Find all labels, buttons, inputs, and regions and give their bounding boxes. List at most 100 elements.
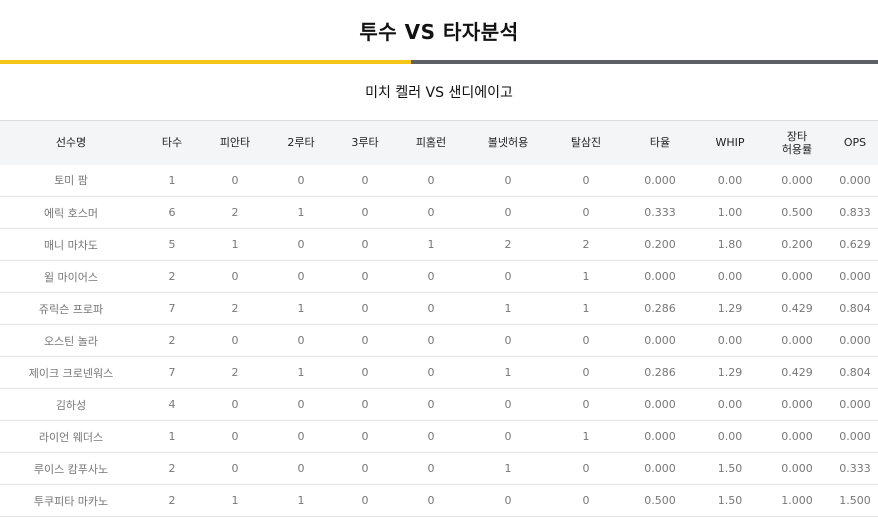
stat-cell: 1 <box>168 430 176 443</box>
stat-cell: 0 <box>231 334 239 347</box>
stat-cell: 0.000 <box>644 398 676 411</box>
stat-cell: 0.333 <box>644 206 676 219</box>
stat-cell: 7 <box>168 302 176 315</box>
title-area: 투수 VS 타자분석 <box>0 0 878 60</box>
stat-cell: 0.200 <box>644 238 676 251</box>
player-name-cell: 라이언 웨더스 <box>38 430 104 444</box>
stat-cell: 0.000 <box>644 462 676 475</box>
matchup-area: 미치 켈러 VS 샌디에이고 <box>0 64 878 120</box>
stat-cell: 0 <box>504 206 512 219</box>
stat-cell: 0.000 <box>781 270 813 283</box>
stat-cell: 2 <box>231 206 239 219</box>
stat-cell: 2 <box>504 238 512 251</box>
title-underline-accent <box>0 60 411 64</box>
table-row: 토미 팜 1 0 0 0 0 0 0 0.000 0.00 0.000 0.000 <box>0 165 878 197</box>
stat-cell: 0 <box>504 173 512 187</box>
stat-cell: 0.000 <box>644 270 676 283</box>
stat-cell: 0 <box>582 173 590 187</box>
stat-cell: 0 <box>427 366 435 379</box>
column-header: 피안타 <box>219 136 251 150</box>
stat-cell: 0.804 <box>839 366 871 379</box>
stat-cell: 0 <box>361 398 369 411</box>
stat-cell: 0 <box>231 270 239 283</box>
player-name-cell: 윌 마이어스 <box>43 270 99 284</box>
stat-cell: 0 <box>231 462 239 475</box>
stat-cell: 0.00 <box>717 173 743 187</box>
stat-cell: 0 <box>297 270 305 283</box>
table-row: 라이언 웨더스 1 0 0 0 0 0 1 0.000 0.00 0.000 0.000 <box>0 421 878 453</box>
stat-cell: 0.000 <box>839 334 871 347</box>
column-header: 피홈런 <box>415 136 447 150</box>
stat-cell: 0 <box>231 398 239 411</box>
matchup-title: 미치 켈러 VS 샌디에이고 <box>365 85 513 101</box>
stat-cell: 1.50 <box>717 494 743 507</box>
pitcher-vs-batter-table: 선수명 타수 피안타 2루타 3루타 피홈런 볼넷허용 탈삼진 타율 WHIP 장타 허용률 OPS 토… <box>0 120 878 517</box>
stat-cell: 0.000 <box>644 334 676 347</box>
stat-cell: 0.429 <box>781 302 813 315</box>
stat-cell: 0.000 <box>781 430 813 443</box>
stat-cell: 1.500 <box>839 494 871 507</box>
stat-cell: 0.286 <box>644 366 676 379</box>
table-body: 토미 팜 1 0 0 0 0 0 0 0.000 0.00 0.000 0.000 에릭 호스머 6 2 1 0… <box>0 165 878 517</box>
stat-cell: 0 <box>297 334 305 347</box>
column-header: 탈삼진 <box>570 136 602 150</box>
stat-cell: 0 <box>582 206 590 219</box>
stat-cell: 0 <box>361 302 369 315</box>
stat-cell: 1.50 <box>717 462 743 475</box>
stat-cell: 1.80 <box>717 238 743 251</box>
stat-cell: 0 <box>231 430 239 443</box>
stat-cell: 0 <box>427 206 435 219</box>
player-name-cell: 투쿠피타 마카노 <box>33 494 109 508</box>
stat-cell: 0.000 <box>781 462 813 475</box>
stat-cell: 0 <box>504 398 512 411</box>
stat-cell: 0 <box>297 173 305 187</box>
stat-cell: 0.000 <box>839 173 871 187</box>
column-header: 타수 <box>161 136 183 150</box>
stat-cell: 0 <box>361 173 369 187</box>
stat-cell: 0 <box>297 462 305 475</box>
stat-cell: 0 <box>361 494 369 507</box>
stat-cell: 0.333 <box>839 462 871 475</box>
stat-cell: 0 <box>361 270 369 283</box>
stat-cell: 1.29 <box>717 302 743 315</box>
stat-cell: 1 <box>504 462 512 475</box>
stat-cell: 1 <box>168 173 176 187</box>
stat-cell: 0.429 <box>781 366 813 379</box>
stat-cell: 0.000 <box>781 334 813 347</box>
stat-cell: 0 <box>427 173 435 187</box>
stat-cell: 0 <box>297 238 305 251</box>
stat-cell: 0 <box>427 430 435 443</box>
stat-cell: 2 <box>231 366 239 379</box>
stat-cell: 4 <box>168 398 176 411</box>
stat-cell: 0 <box>582 366 590 379</box>
table-row: 루이스 캄푸사노 2 0 0 0 0 1 0 0.000 1.50 0.000 0.333 <box>0 453 878 485</box>
stat-cell: 1 <box>297 494 305 507</box>
stat-cell: 0.500 <box>644 494 676 507</box>
header-row: 선수명 타수 피안타 2루타 3루타 피홈런 볼넷허용 탈삼진 타율 WHIP 장타 허용률 OPS <box>0 120 878 165</box>
stat-cell: 6 <box>168 206 176 219</box>
stat-cell: 1 <box>231 238 239 251</box>
stat-cell: 0 <box>427 462 435 475</box>
stat-cell: 1 <box>504 366 512 379</box>
stat-cell: 0 <box>361 462 369 475</box>
player-name-cell: 쥬릭슨 프로파 <box>38 302 104 316</box>
page-title: 투수 VS 타자분석 <box>359 19 519 44</box>
title-underline-rest <box>411 60 878 64</box>
stat-cell: 0.833 <box>839 206 871 219</box>
table-header: 선수명 타수 피안타 2루타 3루타 피홈런 볼넷허용 탈삼진 타율 WHIP 장타 허용률 OPS <box>0 120 878 165</box>
player-name-cell: 매니 마차도 <box>43 238 99 252</box>
table-row: 김하성 4 0 0 0 0 0 0 0.000 0.00 0.000 0.000 <box>0 389 878 421</box>
stat-cell: 0 <box>361 206 369 219</box>
column-header: 3루타 <box>351 136 379 150</box>
stat-cell: 0 <box>582 494 590 507</box>
stat-cell: 0.000 <box>644 430 676 443</box>
player-name-cell: 오스틴 놀라 <box>43 334 99 348</box>
stat-cell: 2 <box>168 494 176 507</box>
stat-cell: 0 <box>427 270 435 283</box>
stat-cell: 2 <box>168 270 176 283</box>
stat-cell: 0 <box>582 398 590 411</box>
stat-cell: 0.00 <box>717 398 743 411</box>
stat-cell: 0.200 <box>781 238 813 251</box>
stat-cell: 0.286 <box>644 302 676 315</box>
table-row: 윌 마이어스 2 0 0 0 0 0 1 0.000 0.00 0.000 0.000 <box>0 261 878 293</box>
